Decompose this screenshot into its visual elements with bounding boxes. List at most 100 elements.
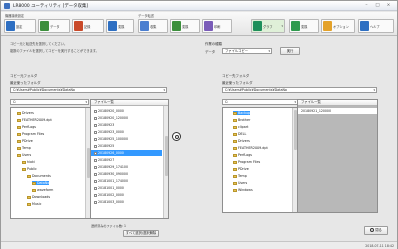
- folder-icon: [233, 167, 237, 171]
- file-row[interactable]: 20180925: [91, 143, 162, 149]
- checkbox-icon[interactable]: [94, 193, 97, 197]
- checkbox-icon[interactable]: [94, 116, 97, 120]
- tree-item[interactable]: waveform: [32, 188, 53, 192]
- select-all-button[interactable]: すべて選択/選択解除: [123, 230, 159, 237]
- tree-item[interactable]: Program Files: [17, 132, 44, 136]
- tree-item[interactable]: Downloads: [27, 195, 50, 199]
- scrollbar-thumb[interactable]: [165, 136, 168, 176]
- file-row[interactable]: 20180920_120000: [91, 115, 162, 121]
- checkbox-icon[interactable]: [94, 137, 97, 141]
- toolbar-button-label: 変換: [118, 25, 125, 29]
- file-row[interactable]: 20181002_0000: [91, 192, 162, 198]
- folder-icon: [233, 118, 237, 122]
- exec-button[interactable]: 実行: [280, 47, 300, 55]
- left-files-scrollbar[interactable]: [163, 106, 168, 218]
- tree-item[interactable]: Program Files: [233, 160, 260, 164]
- tree-item[interactable]: DELL: [233, 132, 246, 136]
- tree-item-label: DataNo: [37, 181, 50, 185]
- left-drive-select[interactable]: C: ▾: [10, 99, 89, 105]
- toolbar-button-5[interactable]: 収集: [138, 19, 168, 33]
- file-row[interactable]: 20181001_0000: [91, 185, 162, 191]
- right-file-list[interactable]: ファイル一覧 20180921_120000: [297, 99, 378, 213]
- tree-item[interactable]: Users: [17, 153, 31, 157]
- toolbar-group1-label: 機器接続設定: [5, 14, 25, 18]
- toolbar-button-6[interactable]: 変換: [170, 19, 200, 33]
- tree-item[interactable]: FEATHER2009.dpt: [17, 118, 52, 122]
- checkbox-icon[interactable]: [94, 151, 97, 155]
- file-row[interactable]: 20180930_090000: [91, 171, 162, 177]
- tree-item[interactable]: Drivers: [233, 139, 250, 143]
- left-folder-tree[interactable]: Drivers FEATHER2009.dpt PerfLogs Program…: [10, 107, 91, 219]
- tree-item[interactable]: Drivers: [17, 111, 34, 115]
- tree-item[interactable]: Users: [233, 181, 247, 185]
- file-row[interactable]: 20181001_174000: [91, 178, 162, 184]
- checkbox-icon[interactable]: [94, 130, 97, 134]
- right-folder-tree[interactable]: Backup Brother clipart DELL Drivers FEAT…: [222, 107, 298, 213]
- file-row[interactable]: 20180923_0000: [91, 129, 162, 135]
- checkbox-icon[interactable]: [94, 109, 97, 113]
- toolbar-button-3[interactable]: 記録: [72, 19, 104, 33]
- file-row[interactable]: 20180921_120000: [298, 108, 377, 114]
- file-name: 20181002_0000: [98, 193, 124, 197]
- file-row[interactable]: 20181003_0000: [91, 199, 162, 205]
- tree-item[interactable]: Brother: [233, 118, 250, 122]
- tree-item[interactable]: PDrive: [233, 167, 249, 171]
- tree-item-selected[interactable]: Backup: [233, 111, 251, 115]
- tree-item-label: Program Files: [22, 132, 45, 136]
- checkbox-icon[interactable]: [94, 123, 97, 127]
- tree-item[interactable]: Temp: [17, 146, 31, 150]
- toolbar-button-8[interactable]: グラフ ▾: [251, 19, 285, 33]
- toolbar-button-10[interactable]: オプション: [321, 19, 355, 33]
- checkbox-icon[interactable]: [94, 172, 97, 176]
- maximize-icon[interactable]: □: [374, 3, 381, 8]
- tree-item[interactable]: FEATHER2009.dpt: [233, 146, 268, 150]
- toolbar-button-label: 印刷: [214, 25, 221, 29]
- checkbox-icon[interactable]: [94, 186, 97, 190]
- tree-item[interactable]: PerfLogs: [233, 153, 252, 157]
- setting-icon: [6, 21, 15, 31]
- tree-item[interactable]: Public: [22, 167, 37, 171]
- right-drive-select[interactable]: C: ▾: [222, 99, 298, 105]
- tree-item-label: Music: [32, 202, 42, 206]
- kind-select[interactable]: ファイルコピー ▾: [222, 48, 272, 54]
- left-path-select[interactable]: C:¥Users¥Public¥Documents¥DataNo ▾: [10, 87, 167, 93]
- close-icon[interactable]: ×: [385, 3, 392, 8]
- tree-item[interactable]: PDrive: [17, 139, 33, 143]
- file-row[interactable]: 20180920_0000: [91, 108, 162, 114]
- left-file-list-header: ファイル一覧: [91, 100, 168, 106]
- folder-icon: [32, 188, 36, 192]
- toolbar-button-11[interactable]: ヘルプ: [358, 19, 394, 33]
- right-path-select[interactable]: C:¥Users¥Public¥Documents¥DataNo ▾: [222, 87, 377, 93]
- folder-icon: [233, 181, 237, 185]
- file-row-selected[interactable]: 20180926_0000: [91, 150, 162, 156]
- checkbox-icon[interactable]: [94, 144, 97, 148]
- checkbox-icon[interactable]: [94, 165, 97, 169]
- folder-icon: [27, 202, 31, 206]
- file-row[interactable]: 20180929_174100: [91, 164, 162, 170]
- tree-item[interactable]: Temp: [233, 174, 247, 178]
- checkbox-icon[interactable]: [94, 158, 97, 162]
- left-file-list[interactable]: ファイル一覧 20180920_0000 20180920_120000 201…: [90, 99, 169, 219]
- close-button[interactable]: 閉る: [364, 226, 388, 235]
- minimize-icon[interactable]: –: [363, 3, 370, 8]
- toolbar-button-7[interactable]: 印刷: [202, 19, 232, 33]
- checkbox-icon[interactable]: [94, 179, 97, 183]
- file-row[interactable]: 20180923: [91, 122, 162, 128]
- toolbar-button-4[interactable]: 変換: [106, 19, 134, 33]
- tree-item[interactable]: Windows: [233, 188, 253, 192]
- checkbox-icon[interactable]: [94, 200, 97, 204]
- tree-item[interactable]: Documents: [27, 174, 51, 178]
- tree-item-label: Users: [22, 153, 32, 157]
- folder-icon: [17, 146, 21, 150]
- tree-item[interactable]: hioki: [22, 160, 35, 164]
- toolbar-button-9[interactable]: 変換: [289, 19, 319, 33]
- tree-item-selected[interactable]: DataNo: [32, 181, 50, 185]
- right-drive-value: C:: [225, 100, 229, 104]
- file-row[interactable]: 20180927: [91, 157, 162, 163]
- toolbar-button-2[interactable]: データ: [38, 19, 70, 33]
- tree-item[interactable]: clipart: [233, 125, 248, 129]
- tree-item[interactable]: PerfLogs: [17, 125, 36, 129]
- tree-item[interactable]: Music: [27, 202, 41, 206]
- file-row[interactable]: 20180925_100000: [91, 136, 162, 142]
- toolbar-button-1[interactable]: 設定: [4, 19, 36, 33]
